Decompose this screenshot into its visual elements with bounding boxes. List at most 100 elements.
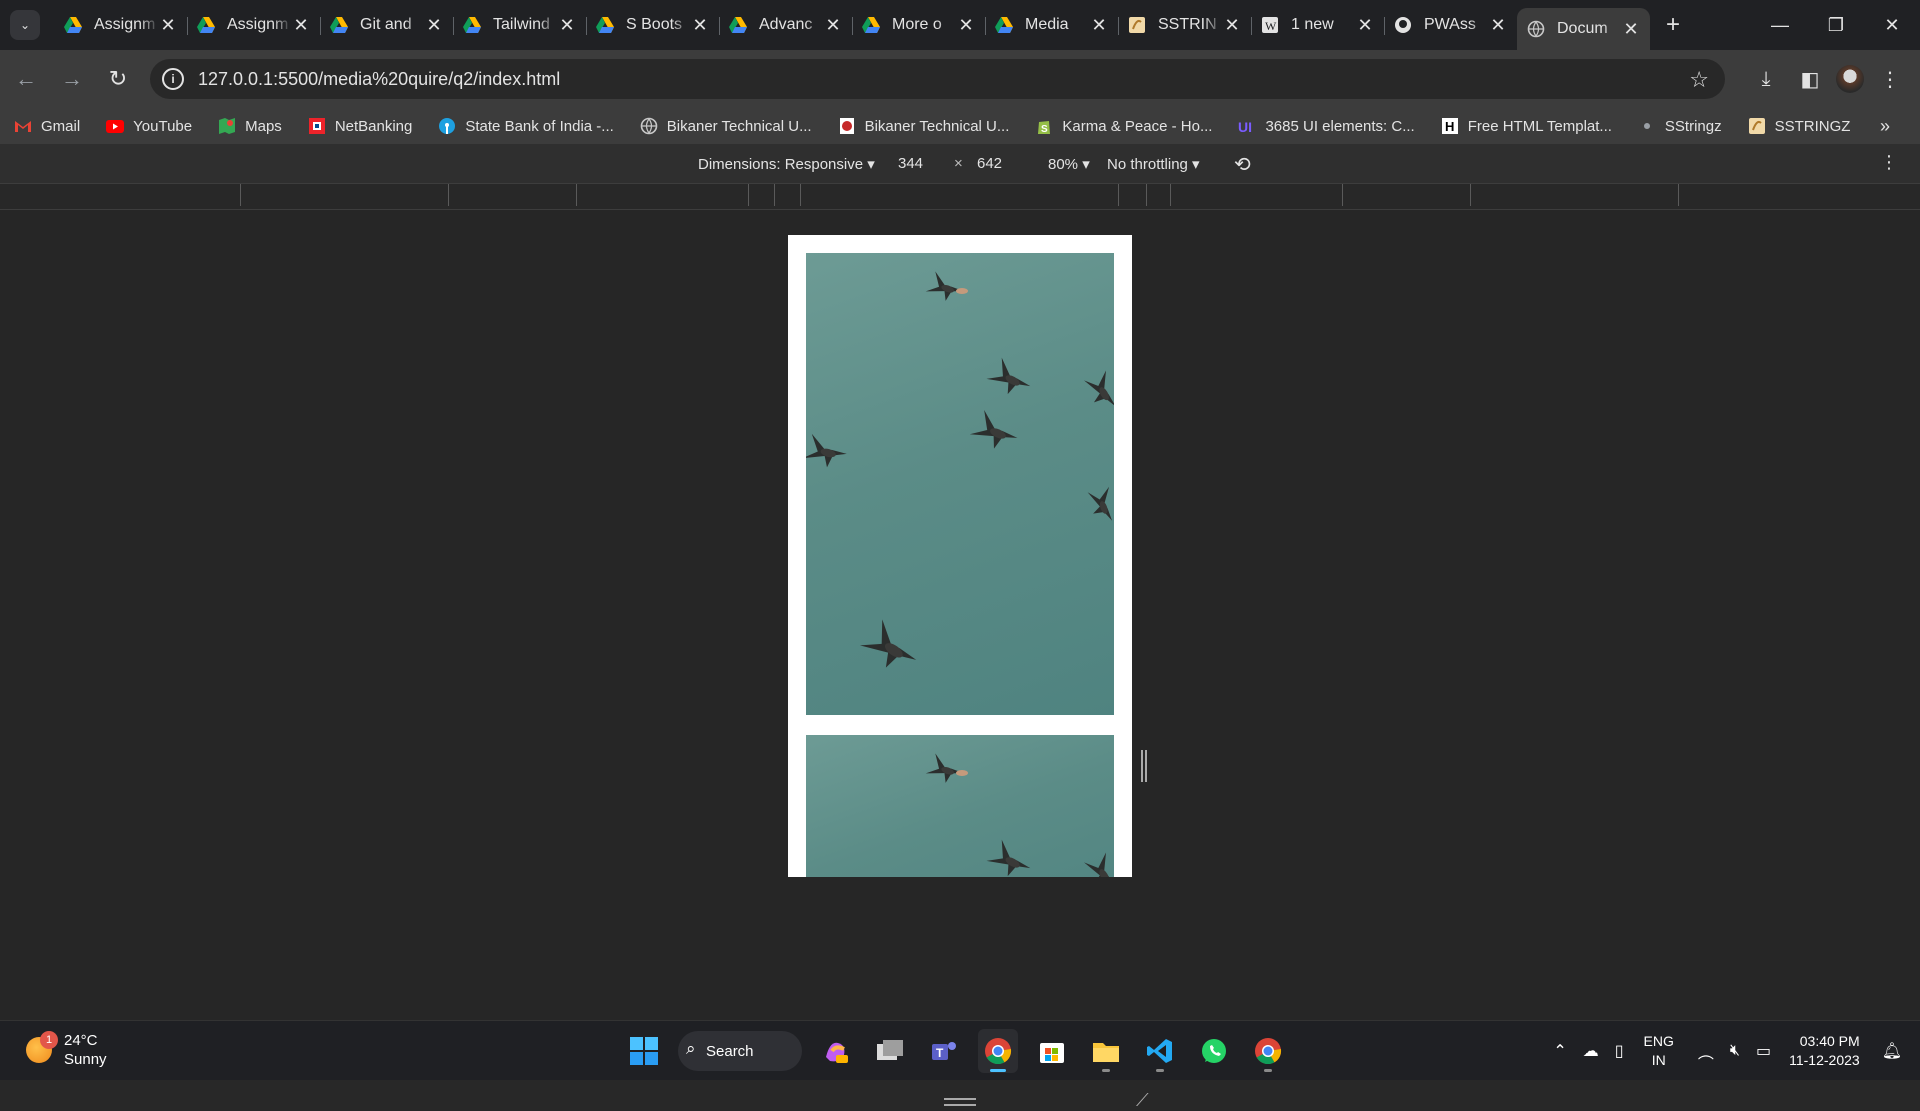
close-tab-icon[interactable]: ✕ [1090,15,1108,36]
device-menu-icon[interactable]: ⋮ [1880,152,1898,173]
tab-title: S Boots [626,16,683,33]
browser-toolbar: ← → ↻ i 127.0.0.1:5500/media%20quire/q2/… [0,50,1920,108]
volume-muted-icon[interactable]: 🔇︎ [1730,1042,1740,1060]
close-tab-icon[interactable]: ✕ [1489,15,1507,36]
close-tab-icon[interactable]: ✕ [292,15,310,36]
tab-title: PWAss [1424,16,1476,33]
width-input[interactable]: 344 [898,155,923,172]
browser-tab[interactable]: Media ✕ [985,7,1118,43]
profile-avatar[interactable] [1836,65,1864,93]
resize-handle-right[interactable] [1141,750,1147,782]
back-button[interactable]: ← [6,59,46,99]
bookmark-label: NetBanking [334,117,413,135]
browser-tab[interactable]: Assignm ✕ [54,7,187,43]
forward-button[interactable]: → [52,59,92,99]
close-window-button[interactable]: ✕ [1864,0,1920,50]
download-icon[interactable]: ⤓ [1748,59,1784,99]
rotate-icon[interactable]: ⟲ [1234,152,1251,177]
close-tab-icon[interactable]: ✕ [957,15,975,36]
chrome-taskbar-icon[interactable] [978,1029,1018,1073]
close-tab-icon[interactable]: ✕ [691,15,709,36]
bookmark-item[interactable]: State Bank of India -... [438,118,614,135]
browser-tab[interactable]: PWAss ✕ [1384,7,1517,43]
throttling-label: No throttling [1107,156,1188,173]
height-input[interactable]: 642 [977,155,1002,172]
vscode-icon[interactable] [1140,1029,1180,1073]
bookmark-item[interactable]: YouTube [106,118,192,135]
reload-button[interactable]: ↻ [98,59,138,99]
restore-button[interactable]: ❐ [1808,0,1864,50]
bookmark-item[interactable]: UI 3685 UI elements: C... [1238,118,1414,135]
throttling-dropdown[interactable]: No throttling ▾ [1107,155,1200,173]
browser-tab[interactable]: Docum ✕ [1517,8,1650,50]
browser-tab[interactable]: S Boots ✕ [586,7,719,43]
minimize-button[interactable]: — [1752,0,1808,50]
site-info-icon[interactable]: i [162,68,184,90]
bookmark-item[interactable]: NetBanking [308,117,413,135]
close-tab-icon[interactable]: ✕ [824,15,842,36]
ruler-tick [1170,184,1171,206]
browser-tab[interactable]: Advanc ✕ [719,7,852,43]
wifi-icon[interactable]: ︵ [1698,1039,1714,1063]
weather-widget[interactable]: 1 24°C Sunny [26,1031,107,1069]
bookmark-star-icon[interactable]: ☆ [1689,67,1709,93]
bookmark-item[interactable]: H Free HTML Templat... [1441,118,1612,135]
usb-icon[interactable]: ▯ [1615,1041,1624,1061]
menu-kebab-icon[interactable]: ⋮ [1872,59,1908,99]
browser-tab[interactable]: W 1 new ✕ [1251,7,1384,43]
browser-tab[interactable]: Assignm ✕ [187,7,320,43]
close-tab-icon[interactable]: ✕ [1622,19,1640,40]
bookmark-item[interactable]: Gmail [14,118,80,135]
bookmark-item[interactable]: Bikaner Technical U... [838,118,1009,135]
task-view-icon[interactable] [870,1029,910,1073]
side-panel-icon[interactable]: ◧ [1792,59,1828,99]
svg-text:UI: UI [1238,119,1252,133]
tab-search-button[interactable]: ⌄ [10,10,40,40]
address-bar[interactable]: i 127.0.0.1:5500/media%20quire/q2/index.… [150,59,1725,99]
notification-badge: 1 [40,1031,58,1049]
browser-tab[interactable]: Git and ✕ [320,7,453,43]
new-tab-button[interactable]: + [1658,10,1688,40]
close-tab-icon[interactable]: ✕ [558,15,576,36]
windows-logo-icon [630,1037,658,1065]
clock-date: 11-12-2023 [1789,1052,1860,1068]
close-tab-icon[interactable]: ✕ [1356,15,1374,36]
close-tab-icon[interactable]: ✕ [1223,15,1241,36]
microsoft-store-icon[interactable] [1032,1029,1072,1073]
close-tab-icon[interactable]: ✕ [425,15,443,36]
whatsapp-icon[interactable] [1194,1029,1234,1073]
dimensions-dropdown[interactable]: Dimensions: Responsive ▾ [698,155,875,173]
notifications-icon[interactable]: 🔔︎ [1882,1041,1902,1061]
start-button[interactable] [624,1029,664,1073]
bookmark-item[interactable]: S Karma & Peace - Ho... [1035,118,1212,135]
ruler-tick [800,184,801,206]
clock[interactable]: 03:40 PM 11-12-2023 [1789,1032,1860,1070]
chevron-up-icon[interactable]: ⌃ [1553,1041,1566,1061]
times-symbol: × [954,155,963,172]
teams-icon[interactable]: T [924,1029,964,1073]
browser-tab[interactable]: SSTRIN ✕ [1118,7,1251,43]
drive-icon [596,16,614,34]
browser-tab[interactable]: Tailwind ✕ [453,7,586,43]
onedrive-icon[interactable]: ☁ [1583,1041,1599,1061]
ruler-tick [1118,184,1119,206]
bookmark-item[interactable]: SSTRINGZ [1748,118,1850,135]
bookmarks-overflow-icon[interactable]: » [1880,116,1890,137]
file-explorer-icon[interactable] [1086,1029,1126,1073]
bookmark-item[interactable]: Maps [218,118,282,135]
language-indicator[interactable]: ENG IN [1644,1032,1674,1070]
address-url[interactable]: 127.0.0.1:5500/media%20quire/q2/index.ht… [198,69,560,90]
battery-icon[interactable]: ▭ [1756,1041,1771,1061]
close-tab-icon[interactable]: ✕ [159,15,177,36]
copilot-icon[interactable] [816,1029,856,1073]
ruler-tick [448,184,449,206]
chrome-profile-icon[interactable] [1248,1029,1288,1073]
bookmark-item[interactable]: Bikaner Technical U... [640,118,812,135]
bookmark-item[interactable]: SStringz [1638,118,1722,135]
browser-tab[interactable]: More o ✕ [852,7,985,43]
device-viewport[interactable] [788,235,1132,877]
zoom-dropdown[interactable]: 80% ▾ [1048,155,1090,173]
taskbar-search[interactable]: ⌕ Search [678,1031,802,1071]
resize-handle-corner[interactable]: ⟋ [1136,1090,1149,1111]
resize-handle-bottom[interactable] [944,1098,976,1106]
